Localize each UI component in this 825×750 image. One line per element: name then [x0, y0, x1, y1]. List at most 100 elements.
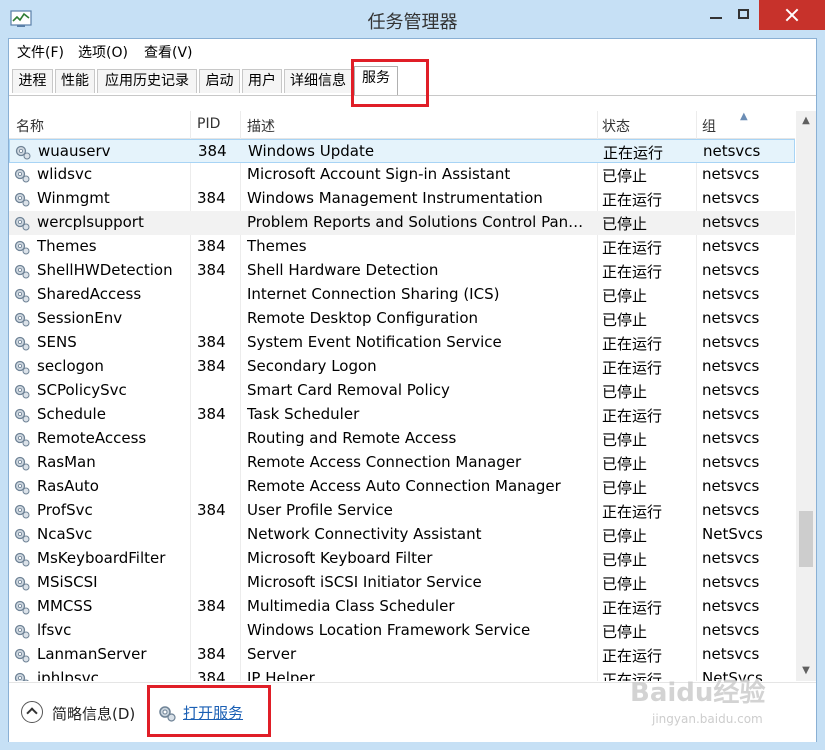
service-row[interactable]: SCPolicySvc Smart Card Removal Policy 已停止 n… — [9, 379, 795, 403]
service-status: 正在运行 — [602, 263, 663, 281]
service-name: MSiSCSI — [37, 573, 98, 591]
column-header-description[interactable]: 描述 — [247, 116, 275, 136]
service-description: User Profile Service — [247, 501, 393, 519]
service-status: 正在运行 — [602, 647, 663, 665]
service-name: SCPolicySvc — [37, 381, 127, 399]
service-name: SharedAccess — [37, 285, 142, 303]
service-status: 已停止 — [602, 287, 648, 305]
vertical-scrollbar[interactable]: ▲ ▼ — [796, 111, 816, 681]
service-status: 正在运行 — [602, 407, 663, 425]
service-description: Task Scheduler — [247, 405, 360, 423]
service-status: 正在运行 — [602, 503, 663, 521]
list-header: 名称 PID 描述 状态 组 ▲ — [9, 111, 795, 139]
service-name: ShellHWDetection — [37, 261, 173, 279]
service-row[interactable]: wlidsvc Microsoft Account Sign-in Assista… — [9, 163, 795, 187]
service-row[interactable]: RasAuto Remote Access Auto Connection Man… — [9, 475, 795, 499]
service-group: netsvcs — [702, 165, 760, 183]
service-row[interactable]: MsKeyboardFilter Microsoft Keyboard Filte… — [9, 547, 795, 571]
service-group: netsvcs — [702, 573, 760, 591]
service-name: wuauserv — [38, 142, 111, 160]
service-row[interactable]: wercplsupport Problem Reports and Solutio… — [9, 211, 795, 235]
service-row[interactable]: ProfSvc 384 User Profile Service 正在运行 netsvc… — [9, 499, 795, 523]
tab-performance[interactable]: 性能 — [55, 69, 95, 93]
tab-details[interactable]: 详细信息 — [284, 69, 352, 93]
service-name: MsKeyboardFilter — [37, 549, 166, 567]
service-status: 已停止 — [602, 479, 648, 497]
service-name: ProfSvc — [37, 501, 93, 519]
service-pid: 384 — [197, 501, 226, 519]
service-status: 已停止 — [602, 575, 648, 593]
tab-app-history[interactable]: 应用历史记录 — [97, 69, 197, 93]
service-name: NcaSvc — [37, 525, 93, 543]
service-group: netsvcs — [702, 237, 760, 255]
title-bar[interactable]: 任务管理器 — [0, 0, 825, 38]
scroll-thumb[interactable] — [799, 511, 813, 567]
tab-services[interactable]: 服务 — [354, 66, 398, 96]
service-status: 已停止 — [602, 551, 648, 569]
service-name: wercplsupport — [37, 213, 144, 231]
service-gear-icon — [13, 550, 31, 568]
service-gear-icon — [13, 598, 31, 616]
service-group: NetSvcs — [702, 525, 763, 543]
tab-startup[interactable]: 启动 — [199, 69, 240, 93]
service-name: seclogon — [37, 357, 104, 375]
scroll-up-icon[interactable]: ▲ — [796, 111, 816, 131]
menu-view[interactable]: 查看(V) — [144, 42, 193, 62]
client-area: 文件(F) 选项(O) 查看(V) 进程 性能 应用历史记录 启动 用户 详细信… — [8, 38, 817, 742]
service-status: 正在运行 — [602, 359, 663, 377]
service-row[interactable]: SessionEnv Remote Desktop Configuration 已停… — [9, 307, 795, 331]
service-row[interactable]: seclogon 384 Secondary Logon 正在运行 netsvcs — [9, 355, 795, 379]
menu-options[interactable]: 选项(O) — [78, 42, 128, 62]
service-description: Remote Desktop Configuration — [247, 309, 478, 327]
service-row[interactable]: lfsvc Windows Location Framework Service 已… — [9, 619, 795, 643]
service-name: lfsvc — [37, 621, 72, 639]
column-header-group[interactable]: 组 — [702, 116, 716, 136]
service-name: iphlpsvc — [37, 669, 99, 681]
service-row[interactable]: wuauserv 384 Windows Update 正在运行 netsvcs — [9, 139, 795, 163]
service-group: netsvcs — [702, 477, 760, 495]
fewer-details-link[interactable]: 简略信息(D) — [52, 703, 135, 724]
tab-users[interactable]: 用户 — [242, 69, 282, 93]
service-row[interactable]: SENS 384 System Event Notification Service… — [9, 331, 795, 355]
service-row[interactable]: RemoteAccess Routing and Remote Access 已停止… — [9, 427, 795, 451]
column-header-name[interactable]: 名称 — [16, 116, 44, 136]
service-row[interactable]: iphlpsvc 384 IP Helper 正在运行 NetSvcs — [9, 667, 795, 681]
column-header-pid[interactable]: PID — [197, 116, 220, 132]
service-description: Server — [247, 645, 297, 663]
service-pid: 384 — [197, 333, 226, 351]
scroll-down-icon[interactable]: ▼ — [796, 661, 816, 681]
menu-file[interactable]: 文件(F) — [17, 42, 64, 62]
service-group: netsvcs — [702, 357, 760, 375]
service-group: netsvcs — [703, 142, 761, 160]
close-button[interactable] — [759, 0, 825, 30]
service-group: NetSvcs — [702, 669, 763, 681]
task-manager-window: 任务管理器 文件(F) 选项(O) 查看(V) 进程 性能 应用历史记录 启动 … — [0, 0, 825, 750]
service-status: 已停止 — [602, 215, 648, 233]
service-row[interactable]: Themes 384 Themes 正在运行 netsvcs — [9, 235, 795, 259]
service-description: Problem Reports and Solutions Control Pa… — [247, 213, 592, 231]
service-row[interactable]: LanmanServer 384 Server 正在运行 netsvcs — [9, 643, 795, 667]
service-row[interactable]: SharedAccess Internet Connection Sharing … — [9, 283, 795, 307]
services-list[interactable]: 名称 PID 描述 状态 组 ▲ wuauserv 384 Windows Upda… — [9, 111, 816, 681]
column-header-status[interactable]: 状态 — [602, 116, 630, 136]
service-row[interactable]: Winmgmt 384 Windows Management Instrumenta… — [9, 187, 795, 211]
service-gear-icon — [13, 646, 31, 664]
service-pid: 384 — [197, 669, 226, 681]
tab-processes[interactable]: 进程 — [12, 69, 53, 93]
service-group: netsvcs — [702, 381, 760, 399]
service-row[interactable]: MSiSCSI Microsoft iSCSI Initiator Service… — [9, 571, 795, 595]
collapse-chevron-icon[interactable] — [21, 701, 43, 723]
service-row[interactable]: ShellHWDetection 384 Shell Hardware Detect… — [9, 259, 795, 283]
service-row[interactable]: NcaSvc Network Connectivity Assistant 已停止 N… — [9, 523, 795, 547]
service-row[interactable]: RasMan Remote Access Connection Manager 已停… — [9, 451, 795, 475]
service-row[interactable]: Schedule 384 Task Scheduler 正在运行 netsvcs — [9, 403, 795, 427]
service-row[interactable]: MMCSS 384 Multimedia Class Scheduler 正在运行 ne… — [9, 595, 795, 619]
service-group: netsvcs — [702, 597, 760, 615]
service-description: Routing and Remote Access — [247, 429, 457, 447]
service-status: 正在运行 — [602, 191, 663, 209]
service-gear-icon — [13, 166, 31, 184]
service-name: SENS — [37, 333, 77, 351]
service-description: Microsoft Keyboard Filter — [247, 549, 433, 567]
open-services-label[interactable]: 打开服务 — [183, 702, 243, 723]
service-gear-icon — [13, 430, 31, 448]
